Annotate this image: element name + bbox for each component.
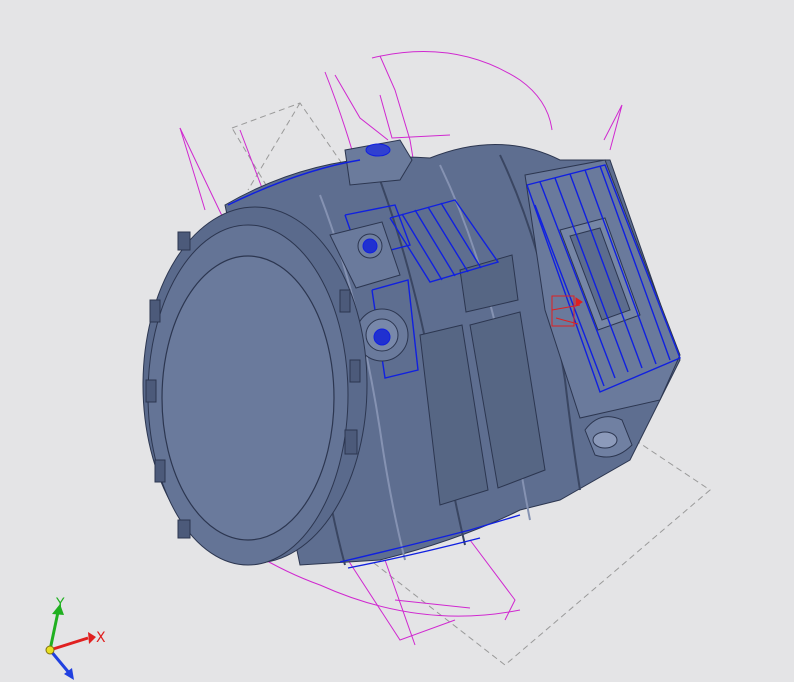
coordinate-triad[interactable]: X Y (0, 560, 130, 682)
3d-viewport[interactable]: X Y (0, 0, 794, 682)
y-axis-arrow (48, 611, 60, 651)
x-axis-label: X (96, 630, 106, 646)
z-axis-arrow (48, 649, 72, 675)
triad-origin (45, 645, 55, 655)
x-axis-head (88, 632, 96, 644)
y-axis-label: Y (55, 596, 65, 612)
x-axis-arrow (49, 636, 89, 652)
front-flange[interactable] (142, 206, 368, 566)
